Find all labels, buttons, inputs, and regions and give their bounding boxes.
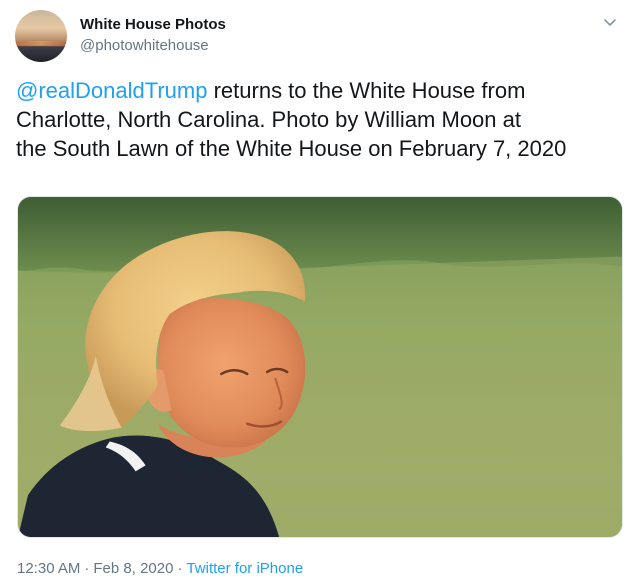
author-display-name[interactable]: White House Photos <box>80 16 226 33</box>
meta-separator: · <box>177 560 183 577</box>
photo-image-icon <box>18 197 622 537</box>
tweet-meta: 12:30 AM · Feb 8, 2020 · Twitter for iPhone <box>17 560 303 577</box>
tweet-text-line-1: @realDonaldTrump returns to the White Ho… <box>16 76 628 105</box>
tweet-source-link[interactable]: Twitter for iPhone <box>186 560 303 577</box>
tweet-card: White House Photos @photowhitehouse @rea… <box>0 0 640 588</box>
tweet-time[interactable]: 12:30 AM <box>17 560 80 577</box>
meta-separator: · <box>84 560 90 577</box>
tweet-date[interactable]: Feb 8, 2020 <box>93 560 173 577</box>
tweet-text-line-3: the South Lawn of the White House on Feb… <box>16 136 567 161</box>
tweet-text-line-2: Charlotte, North Carolina. Photo by Will… <box>16 107 521 132</box>
tweet-photo[interactable] <box>17 196 623 538</box>
tweet-text: @realDonaldTrump returns to the White Ho… <box>16 76 628 163</box>
tweet-text-line-1-rest: returns to the White House from <box>207 78 526 103</box>
author-handle[interactable]: @photowhitehouse <box>80 37 209 54</box>
author-avatar[interactable] <box>15 10 67 62</box>
chevron-down-icon[interactable] <box>602 14 618 30</box>
mention-link[interactable]: @realDonaldTrump <box>16 78 207 103</box>
